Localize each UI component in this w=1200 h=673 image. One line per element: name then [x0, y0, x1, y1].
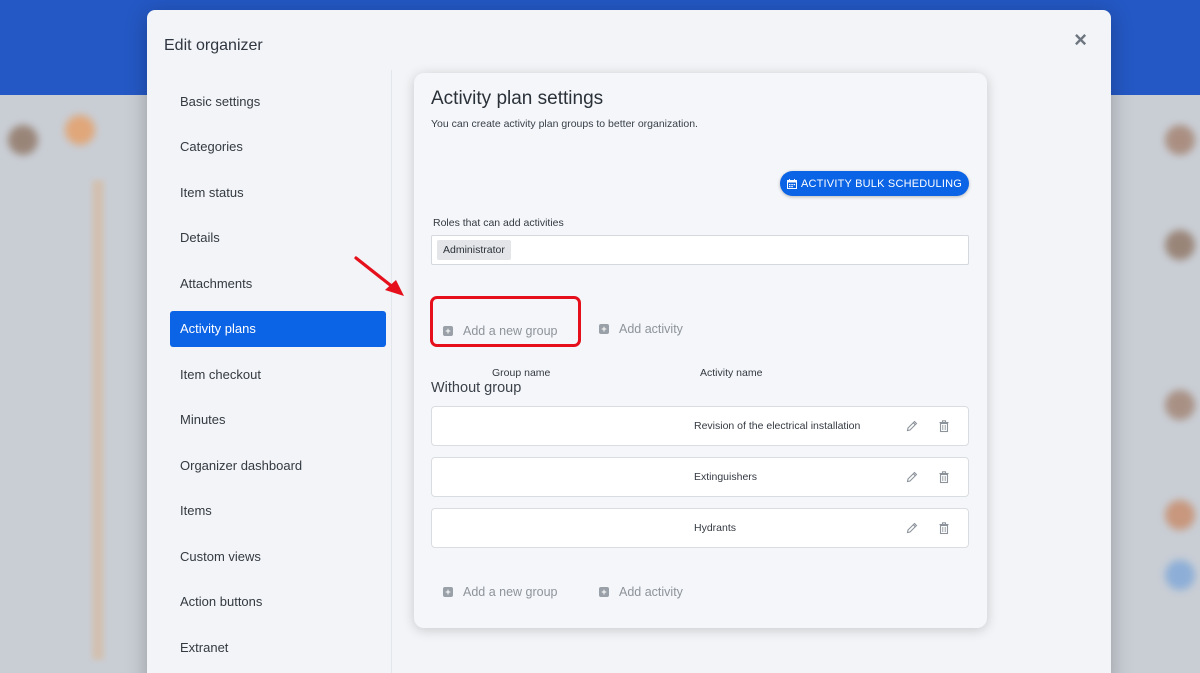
activity-row: Hydrants	[431, 508, 969, 548]
sidebar-item[interactable]: Activity plans	[170, 310, 386, 347]
edit-organizer-modal: Edit organizer × Basic settings Categorie…	[147, 10, 1111, 673]
activity-row: Extinguishers	[431, 457, 969, 497]
activity-name: Hydrants	[694, 522, 737, 534]
activity-bulk-scheduling-button[interactable]: ACTIVITY BULK SCHEDULING	[780, 171, 969, 196]
sidebar-item[interactable]: Action buttons	[170, 584, 386, 620]
panel-title: Activity plan settings	[431, 88, 604, 109]
column-header-activity-name: Activity name	[700, 367, 763, 379]
sidebar-item[interactable]: Items	[170, 493, 386, 529]
trash-icon[interactable]	[937, 470, 951, 484]
roles-select-input[interactable]: Administrator	[431, 235, 969, 265]
panel-subtitle: You can create activity plan groups to b…	[431, 118, 698, 130]
sidebar-item[interactable]: Basic settings	[170, 83, 386, 119]
plus-square-icon: +	[599, 587, 609, 597]
settings-sidebar: Basic settings Categories Item status Detai…	[170, 83, 386, 673]
roles-label: Roles that can add activities	[433, 217, 564, 229]
pencil-icon[interactable]	[905, 521, 919, 535]
add-activity-label: Add activity	[619, 585, 683, 599]
column-header-group-name: Group name	[492, 367, 551, 379]
sidebar-item[interactable]: Extranet	[170, 629, 386, 665]
activity-row: Revision of the electrical installation	[431, 406, 969, 446]
annotation-arrow	[354, 256, 404, 296]
add-activity-label: Add activity	[619, 322, 683, 336]
sidebar-divider	[391, 70, 392, 673]
group-heading: Without group	[431, 380, 522, 396]
activity-name: Extinguishers	[694, 471, 758, 483]
add-new-group-button-bottom[interactable]: + Add a new group	[443, 585, 558, 599]
calendar-icon	[786, 178, 797, 189]
pencil-icon[interactable]	[905, 419, 919, 433]
sidebar-item[interactable]: Details	[170, 220, 386, 256]
activity-name: Revision of the electrical installation	[694, 420, 861, 432]
role-tag[interactable]: Administrator	[437, 240, 511, 260]
add-activity-button-bottom[interactable]: + Add activity	[599, 585, 683, 599]
sidebar-item[interactable]: Custom views	[170, 538, 386, 574]
trash-icon[interactable]	[937, 521, 951, 535]
plus-square-icon: +	[443, 587, 453, 597]
sidebar-item[interactable]: Item status	[170, 174, 386, 210]
modal-title: Edit organizer	[164, 37, 263, 54]
sidebar-item[interactable]: Minutes	[170, 402, 386, 438]
highlight-box	[430, 296, 581, 347]
sidebar-item[interactable]: Item checkout	[170, 356, 386, 392]
bulk-button-label: ACTIVITY BULK SCHEDULING	[800, 177, 963, 190]
sidebar-item[interactable]: Categories	[170, 129, 386, 165]
close-icon[interactable]: ×	[1074, 29, 1087, 51]
pencil-icon[interactable]	[905, 470, 919, 484]
add-group-label: Add a new group	[463, 585, 558, 599]
sidebar-item[interactable]: Organizer dashboard	[170, 447, 386, 483]
activity-plan-settings-card: Activity plan settings You can create ac…	[414, 73, 987, 628]
add-activity-button[interactable]: + Add activity	[599, 322, 683, 336]
trash-icon[interactable]	[937, 419, 951, 433]
plus-square-icon: +	[599, 324, 609, 334]
